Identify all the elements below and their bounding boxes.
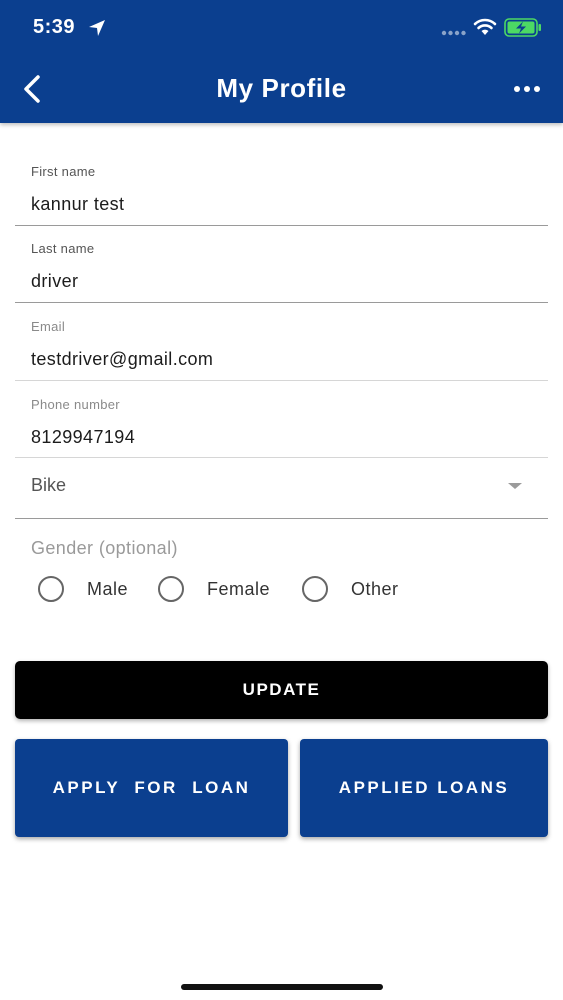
app-header: 5:39 My Profile (0, 0, 563, 123)
wifi-icon (473, 18, 497, 35)
last-name-label: Last name (31, 241, 95, 256)
email-label: Email (31, 319, 66, 334)
gender-option-label: Other (351, 578, 399, 599)
vehicle-select-value: Bike (31, 475, 67, 495)
more-options-icon[interactable] (512, 82, 542, 96)
phone-label: Phone number (31, 397, 120, 412)
first-name-value: kannur test (31, 194, 125, 214)
phone-field: Phone number 8129947194 (15, 382, 548, 458)
cellular-signal-icon (441, 30, 466, 36)
battery-charging-icon (504, 18, 541, 37)
email-field: Email testdriver@gmail.com (15, 304, 548, 381)
dropdown-caret-icon (508, 483, 522, 489)
gender-radio-male[interactable]: Male (38, 576, 129, 602)
first-name-field[interactable]: First name kannur test (15, 150, 548, 226)
last-name-value: driver (31, 271, 79, 291)
status-time: 5:39 (33, 16, 76, 38)
applied-loans-button[interactable]: APPLIED LOANS (300, 739, 548, 837)
email-value: testdriver@gmail.com (31, 349, 214, 369)
location-arrow-icon (89, 20, 105, 36)
gender-radio-female[interactable]: Female (158, 576, 271, 602)
gender-option-label: Female (207, 578, 271, 599)
home-indicator[interactable] (181, 984, 383, 990)
radio-circle-icon (38, 576, 64, 602)
vehicle-select[interactable]: Bike (15, 459, 548, 519)
gender-radio-other[interactable]: Other (302, 576, 399, 602)
gender-option-label: Male (87, 578, 129, 599)
last-name-field[interactable]: Last name driver (15, 227, 548, 303)
radio-circle-icon (302, 576, 328, 602)
radio-circle-icon (158, 576, 184, 602)
gender-label: Gender (optional) (31, 538, 178, 558)
page-title: My Profile (216, 73, 347, 103)
phone-value: 8129947194 (31, 427, 136, 447)
update-button[interactable]: UPDATE (15, 661, 548, 719)
first-name-label: First name (31, 164, 96, 179)
apply-for-loan-button[interactable]: APPLY FOR LOAN (15, 739, 288, 837)
